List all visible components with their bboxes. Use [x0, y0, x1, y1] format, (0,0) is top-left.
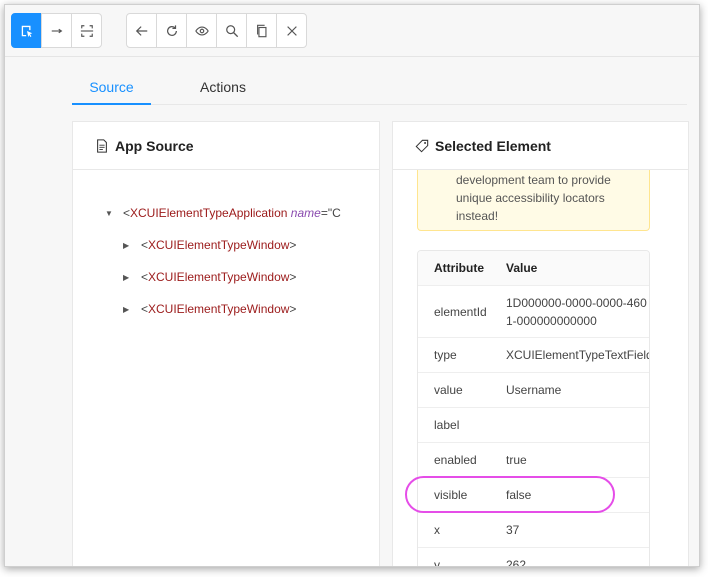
- table-row: value Username: [418, 373, 649, 408]
- attr-value[interactable]: true: [506, 451, 527, 469]
- search-button[interactable]: [216, 13, 247, 48]
- tree-node-window[interactable]: ▶ < XCUIElementTypeWindow >: [123, 235, 296, 255]
- warning-alert: development team to provide unique acces…: [417, 170, 650, 231]
- table-row: type XCUIElementTypeTextField: [418, 338, 649, 373]
- collapsed-caret-icon[interactable]: ▶: [123, 305, 133, 314]
- attributes-table: Attribute Value elementId 1D000000-0000-…: [417, 250, 650, 567]
- table-row: enabled true: [418, 443, 649, 478]
- source-tree: ▼ < XCUIElementTypeApplication name = "C ▶ …: [73, 170, 379, 566]
- attr-name: label: [434, 418, 460, 432]
- node-tag: XCUIElementTypeWindow: [148, 270, 290, 284]
- node-attr-name: name: [290, 206, 321, 220]
- copy-icon: [256, 24, 267, 37]
- tap-coordinates-mode-button[interactable]: [71, 13, 102, 48]
- node-tag: XCUIElementTypeWindow: [148, 238, 290, 252]
- attr-name: visible: [434, 488, 468, 502]
- app-window: Source Actions App Source ▼ < XCUIElement…: [4, 4, 700, 567]
- table-header: Attribute Value: [418, 251, 649, 286]
- selected-element-panel: Selected Element development team to pro…: [392, 121, 689, 567]
- attr-value[interactable]: 262: [506, 556, 526, 566]
- collapsed-caret-icon[interactable]: ▶: [123, 241, 133, 250]
- warning-text: development team to provide unique acces…: [456, 173, 611, 223]
- attr-value[interactable]: XCUIElementTypeTextField: [506, 346, 649, 364]
- attr-value[interactable]: false: [506, 486, 531, 504]
- app-source-panel: App Source ▼ < XCUIElementTypeApplication…: [72, 121, 380, 566]
- column-header-value: Value: [506, 261, 538, 275]
- table-row: y 262: [418, 548, 649, 567]
- tree-node-application[interactable]: ▼ < XCUIElementTypeApplication name = "C: [105, 203, 341, 223]
- collapsed-caret-icon[interactable]: ▶: [123, 273, 133, 282]
- tree-node-window[interactable]: ▶ < XCUIElementTypeWindow >: [123, 267, 296, 287]
- refresh-button[interactable]: [156, 13, 187, 48]
- attr-value[interactable]: 1D000000-0000-0000-4601-000000000000: [506, 294, 649, 330]
- back-button[interactable]: [126, 13, 157, 48]
- selected-element-body: development team to provide unique acces…: [393, 170, 688, 567]
- select-icon: [21, 25, 32, 37]
- expand-caret-icon[interactable]: ▼: [105, 209, 115, 218]
- quit-session-button[interactable]: [276, 13, 307, 48]
- action-button-group: [126, 13, 307, 48]
- inspector-tabs: Source Actions: [72, 69, 687, 105]
- app-source-header: App Source: [73, 122, 379, 170]
- node-tag: XCUIElementTypeApplication: [130, 206, 288, 220]
- refresh-icon: [166, 24, 177, 36]
- mode-button-group: [11, 13, 102, 48]
- attr-name: y: [434, 558, 440, 567]
- tab-source[interactable]: Source: [72, 69, 151, 105]
- attr-value[interactable]: Username: [506, 381, 561, 399]
- copy-xml-button[interactable]: [246, 13, 277, 48]
- app-source-title: App Source: [115, 137, 194, 154]
- toolbar: [5, 5, 699, 57]
- eye-icon: [194, 25, 209, 36]
- table-row: elementId 1D000000-0000-0000-4601-000000…: [418, 286, 649, 338]
- swipe-mode-button[interactable]: [41, 13, 72, 48]
- selected-element-title: Selected Element: [435, 137, 551, 154]
- swipe-icon: [51, 28, 62, 33]
- table-row: x 37: [418, 513, 649, 548]
- node-attr-value: "C: [327, 206, 341, 220]
- attr-name: value: [434, 383, 463, 397]
- search-icon: [225, 24, 238, 37]
- attr-value[interactable]: 37: [506, 521, 519, 539]
- tag-icon: [415, 139, 429, 152]
- back-icon: [135, 25, 147, 36]
- column-header-attribute: Attribute: [434, 261, 484, 275]
- file-icon: [97, 138, 107, 153]
- selected-element-header: Selected Element: [393, 122, 688, 170]
- active-tab-indicator: [72, 103, 151, 105]
- table-row: visible false: [418, 478, 649, 513]
- node-tag: XCUIElementTypeWindow: [148, 302, 290, 316]
- attr-name: enabled: [434, 453, 477, 467]
- tree-node-window[interactable]: ▶ < XCUIElementTypeWindow >: [123, 299, 296, 319]
- select-mode-button[interactable]: [11, 13, 42, 48]
- attr-name: type: [434, 348, 457, 362]
- close-icon: [286, 25, 297, 36]
- attr-name: elementId: [434, 305, 487, 319]
- tap-by-coordinates-icon: [80, 24, 93, 37]
- attr-name: x: [434, 523, 440, 537]
- tab-actions[interactable]: Actions: [188, 69, 258, 105]
- show-hide-button[interactable]: [186, 13, 217, 48]
- table-row: label: [418, 408, 649, 443]
